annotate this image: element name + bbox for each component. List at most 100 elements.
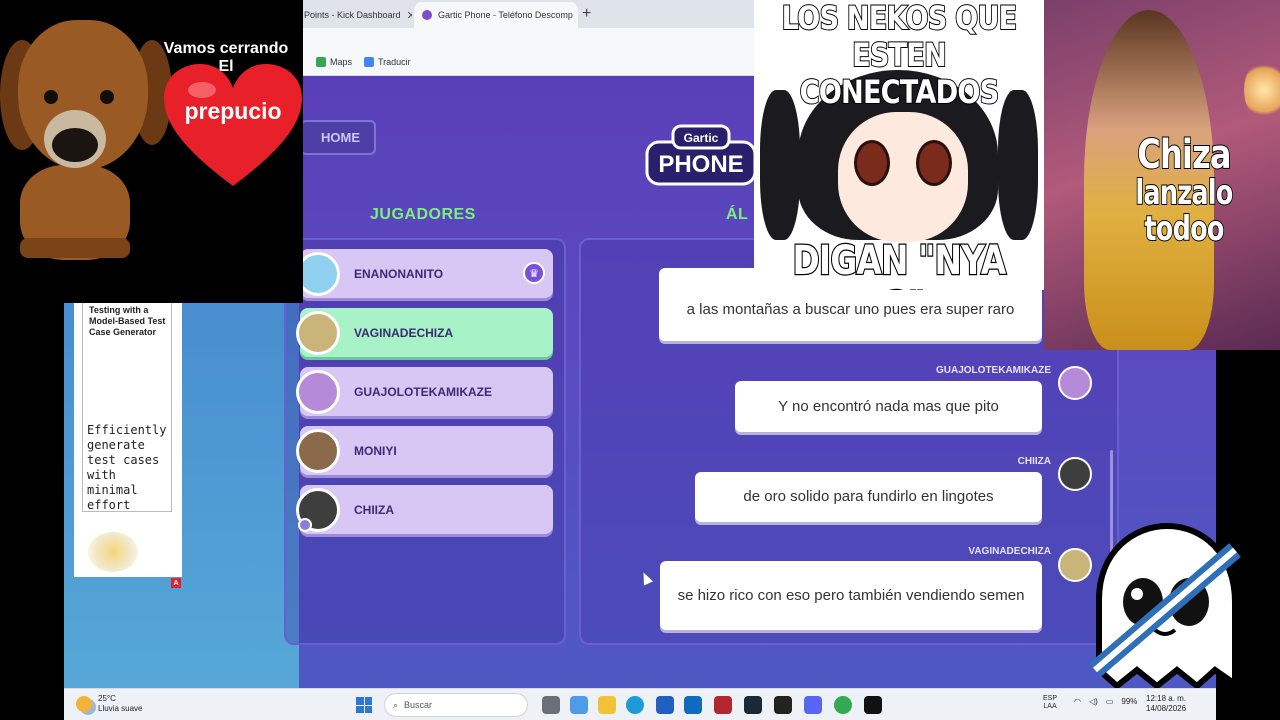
weather-widget[interactable]: 25°C Lluvia suave [76, 694, 142, 713]
weather-icon [76, 695, 92, 712]
file-explorer-icon[interactable] [598, 696, 616, 714]
chiza-line2: lanzalo todoo [1135, 173, 1234, 249]
player-card[interactable]: GUAJOLOTEKAMIKAZE [296, 367, 553, 416]
ad-card: Testing with a Model-Based Test Case Gen… [82, 302, 172, 512]
discord-icon[interactable] [804, 696, 822, 714]
heart-icon [164, 64, 302, 186]
ad-image [88, 532, 138, 572]
clock[interactable]: 12:18 a. m. 14/08/2026 [1146, 694, 1186, 714]
dog-nose [52, 128, 98, 162]
translate-icon [364, 57, 374, 67]
chiza-meme-overlay: Chiza lanzalo todoo [1044, 0, 1280, 350]
weather-temp: 25°C [98, 694, 116, 703]
steam-icon[interactable] [744, 696, 762, 714]
widgets-icon[interactable] [570, 696, 588, 714]
message-text: de oro solido para fundirlo en lingotes [743, 488, 994, 506]
message-bubble: Y no encontró nada mas que pito [735, 381, 1042, 432]
tab-kick-dashboard[interactable]: Points - Kick Dashboard ✕ [296, 2, 412, 28]
ad-body: Efficiently generate test cases with min… [87, 423, 167, 512]
ad-title: Testing with a Model-Based Test Case Gen… [89, 305, 166, 337]
weather-text: 25°C Lluvia suave [98, 694, 142, 713]
player-card[interactable]: ENANONANITO ♛ [296, 249, 553, 298]
gartic-favicon-icon [422, 10, 432, 20]
lang-bottom: LAA [1043, 703, 1057, 711]
neko-eye [854, 140, 890, 186]
home-button[interactable]: HOME [300, 120, 376, 155]
message-speaker: GUAJOLOTEKAMIKAZE [936, 365, 1051, 376]
heart-text: prepucio [184, 98, 282, 124]
bookmark-label: Maps [330, 57, 353, 67]
taskbar: 25°C Lluvia suave ⌕ Buscar ESP LAA ◠ ◁) … [64, 688, 1216, 720]
player-avatar [296, 369, 340, 414]
ad-choices-icon[interactable]: A [171, 578, 181, 588]
battery-level: 99% [1121, 697, 1138, 706]
dog-eye [100, 90, 114, 104]
chrome-icon[interactable] [834, 696, 852, 714]
message-text: se hizo rico con eso pero también vendie… [677, 586, 1025, 604]
players-title: JUGADORES [370, 206, 476, 223]
lang-top: ESP [1043, 695, 1058, 702]
wifi-icon: ◠ [1074, 697, 1081, 706]
message-text: a las montañas a buscar uno pues era sup… [686, 300, 1015, 318]
player-card[interactable]: CHIIZA [296, 485, 553, 534]
language-indicator[interactable]: ESP LAA [1043, 695, 1057, 712]
screen: Points - Kick Dashboard ✕ Gartic Phone -… [0, 0, 1280, 720]
app-icon[interactable] [714, 696, 732, 714]
bookmark-translate[interactable]: Traducir [364, 57, 411, 67]
host-crown-icon: ♛ [523, 262, 545, 284]
volume-icon: ◁) [1088, 697, 1098, 706]
neko-bottom-text: DIGAN "NYA :3" [792, 237, 1008, 290]
gartic-phone-logo: Gartic PHONE [645, 124, 757, 186]
message-speaker: VAGINADECHIZA [968, 546, 1051, 557]
clock-date: 14/08/2026 [1146, 704, 1187, 713]
neko-eye [916, 140, 952, 186]
ad-banner[interactable]: Testing with a Model-Based Test Case Gen… [74, 300, 182, 577]
new-tab-button[interactable]: + [582, 5, 591, 23]
player-name: ENANONANITO [354, 266, 444, 281]
neko-pigtail [760, 90, 800, 240]
message-bubble: se hizo rico con eso pero también vendie… [660, 561, 1042, 630]
search-label: Buscar [404, 700, 433, 710]
player-avatar [296, 428, 340, 473]
player-name: MONIYI [354, 443, 397, 458]
album-title: ÁL [726, 206, 749, 223]
capcut-icon[interactable] [864, 696, 882, 714]
battery-icon: ▭ [1105, 697, 1114, 706]
player-name: CHIIZA [354, 502, 394, 517]
maps-icon [316, 57, 326, 67]
chiza-caption: Chiza lanzalo todoo [1088, 132, 1280, 249]
tab-label: Gartic Phone - Teléfono Descomp [438, 10, 573, 20]
edge-icon[interactable] [626, 696, 644, 714]
bookmark-label: Traducir [378, 57, 411, 67]
player-card[interactable]: VAGINADECHIZA [296, 308, 553, 357]
neko-top-text: LOS NEKOS QUE ESTEN CONECTADOS [781, 0, 1018, 111]
message-avatar [1058, 366, 1092, 400]
clock-time: 12:18 a. m. [1146, 694, 1187, 703]
close-icon[interactable]: ✕ [407, 9, 412, 22]
dog-eye [44, 90, 58, 104]
start-button[interactable] [356, 697, 372, 713]
taskbar-search[interactable]: ⌕ Buscar [384, 693, 528, 717]
chiza-line1: Chiza [1136, 132, 1232, 178]
search-icon: ⌕ [393, 699, 399, 710]
tab-gartic-phone[interactable]: Gartic Phone - Teléfono Descomp ✕ [414, 2, 578, 28]
bookmark-maps[interactable]: Maps [316, 57, 352, 67]
obs-icon[interactable] [774, 696, 792, 714]
store-icon[interactable] [656, 696, 674, 714]
player-avatar [296, 310, 340, 355]
logo-big-text: PHONE [658, 151, 743, 178]
logo-small-text: Gartic [684, 131, 719, 145]
message-speaker: CHIIZA [1017, 456, 1051, 467]
outlook-icon[interactable] [684, 696, 702, 714]
ghost-mascot-icon [1089, 522, 1241, 690]
home-label: HOME [321, 130, 360, 145]
task-view-icon[interactable] [542, 696, 560, 714]
system-tray[interactable]: ◠ ◁) ▭ 99% [1074, 697, 1137, 706]
player-card[interactable]: MONIYI [296, 426, 553, 475]
lamp-icon [1244, 60, 1280, 120]
message-avatar [1058, 457, 1092, 491]
dog-legs [20, 238, 130, 258]
weather-desc: Lluvia suave [98, 703, 143, 713]
player-name: VAGINADECHIZA [354, 325, 454, 340]
message-bubble: de oro solido para fundirlo en lingotes [695, 472, 1042, 522]
